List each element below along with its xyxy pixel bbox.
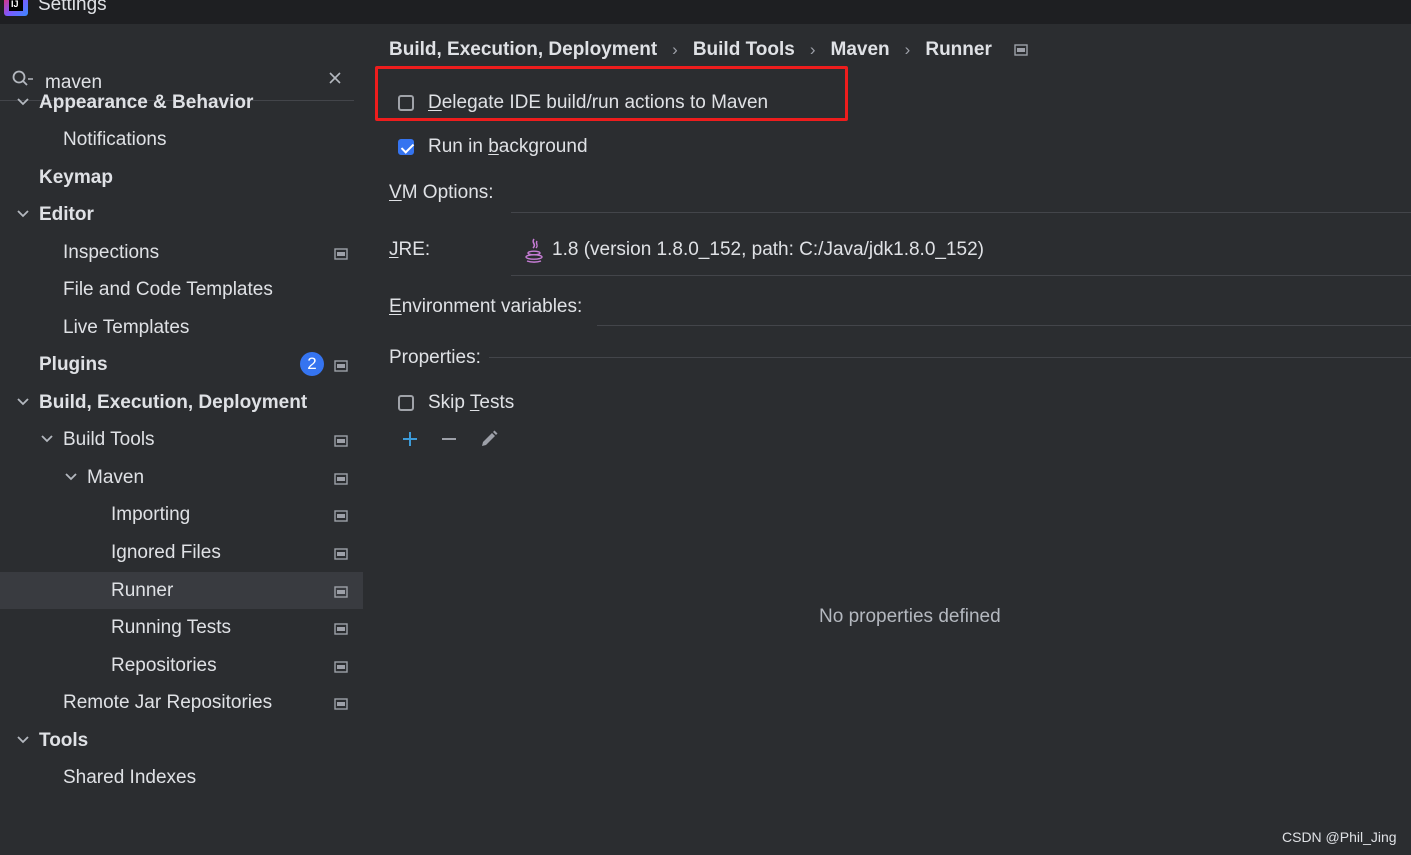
tree-item-tools[interactable]: Tools <box>0 722 363 759</box>
tree-item-label: Notifications <box>63 129 167 150</box>
breadcrumb-item[interactable]: Build, Execution, Deployment <box>389 39 657 61</box>
tree-item-notifications[interactable]: Notifications <box>0 121 363 158</box>
environment-variables-field-underline <box>597 325 1411 326</box>
tree-item-shared-indexes[interactable]: Shared Indexes <box>0 759 363 796</box>
properties-empty-text: No properties defined <box>819 606 1001 627</box>
run-in-background-option[interactable]: Run in background <box>398 136 698 160</box>
project-level-icon <box>334 360 348 372</box>
java-icon <box>525 238 543 263</box>
project-level-icon <box>334 473 348 485</box>
tree-item-plugins[interactable]: Plugins 2 <box>0 346 363 383</box>
skip-tests-option[interactable]: Skip Tests <box>398 392 598 416</box>
tree-item-label: Ignored Files <box>111 542 221 563</box>
properties-separator <box>489 357 1411 358</box>
chevron-down-icon[interactable] <box>64 472 78 482</box>
tree-item-label: Plugins <box>39 354 108 375</box>
tree-item-remote-jar-repositories[interactable]: Remote Jar Repositories <box>0 684 363 721</box>
tree-item-label: Build, Execution, Deployment <box>39 392 308 413</box>
delegate-to-maven-checkbox[interactable] <box>398 95 414 111</box>
chevron-down-icon[interactable] <box>16 97 30 107</box>
tree-item-label: Runner <box>111 580 174 601</box>
tree-item-file-code-templates[interactable]: File and Code Templates <box>0 271 363 308</box>
settings-sidebar: maven Appearance & Behavior Notification… <box>0 24 363 855</box>
watermark: CSDN @Phil_Jing <box>1282 829 1397 845</box>
tree-item-label: Keymap <box>39 167 113 188</box>
tree-item-build-execution-deployment[interactable]: Build, Execution, Deployment <box>0 384 363 421</box>
title-bar: IJ Settings <box>0 0 1411 24</box>
tree-item-label: Maven <box>87 467 145 488</box>
project-level-icon <box>334 586 348 598</box>
jre-field-underline <box>511 275 1411 276</box>
remove-icon[interactable] <box>441 431 457 447</box>
tree-item-repositories[interactable]: Repositories <box>0 647 363 684</box>
tree-item-maven[interactable]: Maven <box>0 459 363 496</box>
tree-item-editor[interactable]: Editor <box>0 196 363 233</box>
tree-item-ignored-files[interactable]: Ignored Files <box>0 534 363 571</box>
breadcrumb-item[interactable]: Build Tools <box>693 39 795 61</box>
tree-item-importing[interactable]: Importing <box>0 496 363 533</box>
tree-item-label: Remote Jar Repositories <box>63 692 273 713</box>
tree-item-label: Build Tools <box>63 429 155 450</box>
tree-item-label: Repositories <box>111 655 217 676</box>
project-level-icon <box>334 623 348 635</box>
delegate-to-maven-label: Delegate IDE build/run actions to Maven <box>428 92 769 113</box>
chevron-down-icon[interactable] <box>16 397 30 407</box>
project-level-icon <box>334 661 348 673</box>
chevron-down-icon[interactable] <box>16 735 30 745</box>
tree-item-label: Inspections <box>63 242 160 263</box>
tree-item-label: Importing <box>111 504 191 525</box>
tree-item-label: Shared Indexes <box>63 767 197 788</box>
properties-label: Properties: <box>389 347 481 368</box>
tree-item-label: Live Templates <box>63 317 190 338</box>
breadcrumb: Build, Execution, Deployment › Build Too… <box>389 39 1028 61</box>
tree-item-runner[interactable]: Runner <box>0 572 363 609</box>
tree-item-label: Editor <box>39 204 94 225</box>
delegate-to-maven-option[interactable]: Delegate IDE build/run actions to Maven <box>398 92 818 116</box>
skip-tests-checkbox[interactable] <box>398 395 414 411</box>
edit-pencil-icon[interactable] <box>479 429 499 449</box>
project-level-icon <box>1014 44 1028 56</box>
tree-item-live-templates[interactable]: Live Templates <box>0 309 363 346</box>
add-icon[interactable] <box>402 431 418 447</box>
jre-selector[interactable]: 1.8 (version 1.8.0_152, path: C:/Java/jd… <box>552 239 984 261</box>
project-level-icon <box>334 548 348 560</box>
tree-item-label: Running Tests <box>111 617 232 638</box>
skip-tests-label: Skip Tests <box>428 392 515 413</box>
tree-item-label: Tools <box>39 730 89 751</box>
intellij-logo-icon: IJ <box>4 0 28 16</box>
jre-label: JRE: <box>389 239 431 260</box>
project-level-icon <box>334 698 348 710</box>
tree-item-label: File and Code Templates <box>63 279 273 300</box>
environment-variables-label: Environment variables: <box>389 296 583 317</box>
plugins-update-badge: 2 <box>300 352 324 376</box>
tree-item-build-tools[interactable]: Build Tools <box>0 421 363 458</box>
run-in-background-label: Run in background <box>428 136 588 157</box>
project-level-icon <box>334 248 348 260</box>
breadcrumb-item[interactable]: Maven <box>831 39 890 61</box>
tree-item-label: Appearance & Behavior <box>39 92 254 113</box>
window-title: Settings <box>38 0 107 15</box>
tree-item-running-tests[interactable]: Running Tests <box>0 609 363 646</box>
breadcrumb-separator-icon: › <box>809 40 816 59</box>
vm-options-label: VM Options: <box>389 182 494 203</box>
chevron-down-icon[interactable] <box>16 209 30 219</box>
breadcrumb-separator-icon: › <box>904 40 911 59</box>
vm-options-field-underline <box>511 212 1411 213</box>
tree-item-appearance-behavior[interactable]: Appearance & Behavior <box>0 84 363 121</box>
breadcrumb-item: Runner <box>925 39 992 60</box>
project-level-icon <box>334 510 348 522</box>
run-in-background-checkbox[interactable] <box>398 139 414 155</box>
project-level-icon <box>334 435 348 447</box>
chevron-down-icon[interactable] <box>40 434 54 444</box>
tree-item-inspections[interactable]: Inspections <box>0 234 363 271</box>
tree-item-keymap[interactable]: Keymap <box>0 159 363 196</box>
runner-settings-panel: Build, Execution, Deployment › Build Too… <box>363 24 1411 855</box>
breadcrumb-separator-icon: › <box>672 40 678 59</box>
